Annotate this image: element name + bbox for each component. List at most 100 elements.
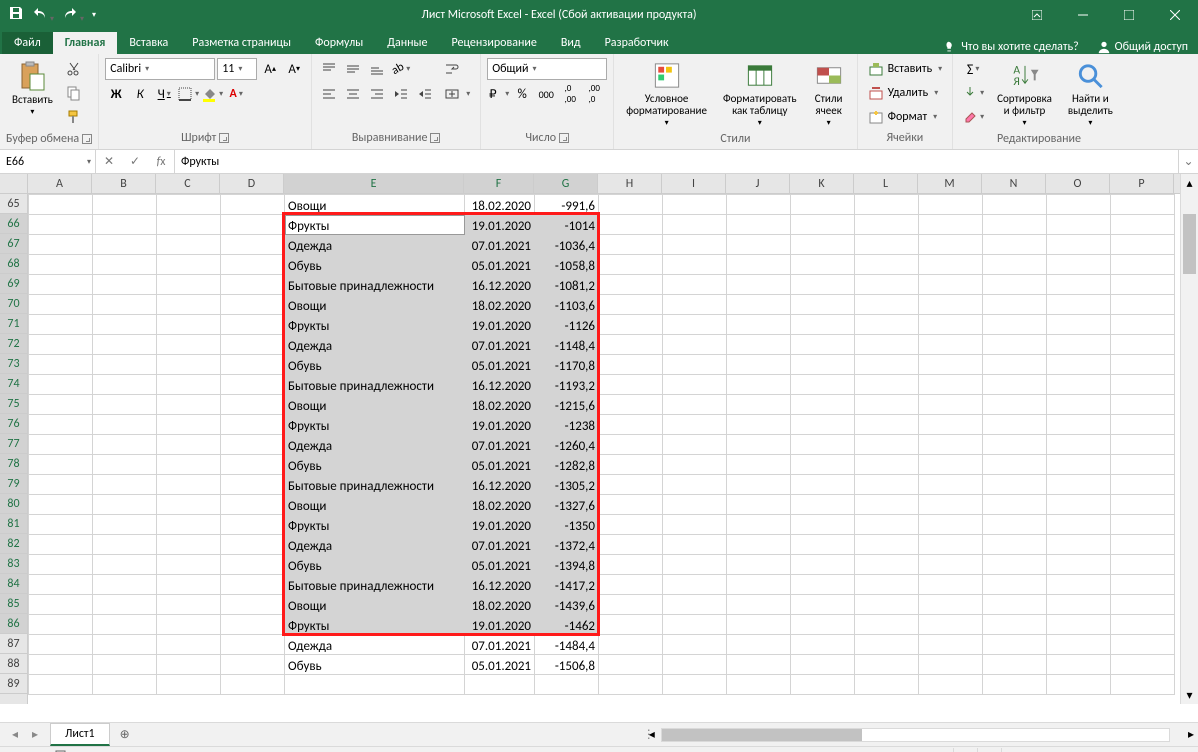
cell[interactable] [1047, 555, 1111, 575]
cell[interactable]: -1462 [535, 615, 599, 635]
view-pagebreak-button[interactable] [1001, 748, 1025, 752]
row-header[interactable]: 66 [0, 214, 27, 234]
cell[interactable]: Обувь [285, 255, 465, 275]
cell[interactable] [855, 475, 919, 495]
cell[interactable] [29, 595, 93, 615]
font-size-combo[interactable]: 11▾ [217, 58, 257, 80]
cell[interactable]: 19.01.2020 [465, 215, 535, 235]
cell[interactable] [791, 595, 855, 615]
cell[interactable] [791, 555, 855, 575]
cell[interactable] [983, 595, 1047, 615]
view-pagelayout-button[interactable] [977, 748, 1001, 752]
cell[interactable] [855, 375, 919, 395]
cell[interactable] [727, 455, 791, 475]
cell[interactable] [727, 435, 791, 455]
cell[interactable] [1047, 575, 1111, 595]
horizontal-scrollbar[interactable] [661, 728, 1170, 742]
cell[interactable] [93, 655, 157, 675]
cell[interactable] [727, 395, 791, 415]
cell[interactable]: -1126 [535, 315, 599, 335]
cell[interactable] [663, 275, 727, 295]
hscroll-right[interactable]: ▸ [1188, 727, 1194, 742]
col-header-D[interactable]: D [220, 174, 284, 193]
cell[interactable] [157, 515, 221, 535]
cell[interactable]: Одежда [285, 235, 465, 255]
row-header[interactable]: 79 [0, 474, 27, 494]
cell[interactable] [1047, 235, 1111, 255]
cell[interactable] [157, 275, 221, 295]
bold-button[interactable]: Ж [105, 83, 127, 105]
cell[interactable] [919, 655, 983, 675]
cell[interactable] [93, 375, 157, 395]
cell[interactable] [663, 235, 727, 255]
cell[interactable] [727, 655, 791, 675]
cell[interactable] [29, 375, 93, 395]
tab-Вид[interactable]: Вид [549, 32, 593, 54]
cell[interactable] [727, 235, 791, 255]
cell[interactable] [855, 615, 919, 635]
cell[interactable] [1111, 395, 1175, 415]
cell[interactable] [1047, 355, 1111, 375]
cell[interactable] [29, 655, 93, 675]
tab-Главная[interactable]: Главная [53, 32, 118, 54]
percent-button[interactable]: % [511, 83, 533, 105]
cell[interactable] [599, 575, 663, 595]
enter-formula-button[interactable]: ✓ [122, 150, 148, 173]
cell[interactable] [157, 615, 221, 635]
select-all-corner[interactable] [0, 174, 28, 194]
cell[interactable]: -1260,4 [535, 435, 599, 455]
decrease-indent-button[interactable] [390, 83, 412, 105]
cell[interactable] [1047, 495, 1111, 515]
cell[interactable] [1111, 255, 1175, 275]
fill-button[interactable] [959, 82, 987, 104]
italic-button[interactable]: К [129, 83, 151, 105]
cell[interactable] [983, 415, 1047, 435]
cell[interactable] [599, 515, 663, 535]
col-header-L[interactable]: L [854, 174, 918, 193]
cell[interactable]: 19.01.2020 [465, 515, 535, 535]
cell[interactable] [791, 535, 855, 555]
cell[interactable] [599, 455, 663, 475]
tab-Данные[interactable]: Данные [375, 32, 439, 54]
cell[interactable] [919, 455, 983, 475]
cell[interactable] [157, 675, 221, 695]
cell[interactable]: 16.12.2020 [465, 275, 535, 295]
cell[interactable] [599, 435, 663, 455]
cell[interactable] [1111, 655, 1175, 675]
cell[interactable] [157, 655, 221, 675]
cell[interactable] [157, 555, 221, 575]
cell[interactable] [1047, 415, 1111, 435]
cell[interactable] [93, 675, 157, 695]
cell[interactable]: -1215,6 [535, 395, 599, 415]
cell[interactable] [663, 515, 727, 535]
cell[interactable]: 19.01.2020 [465, 415, 535, 435]
cell[interactable] [29, 435, 93, 455]
align-launcher[interactable] [430, 133, 440, 143]
cell[interactable] [663, 615, 727, 635]
cell[interactable] [727, 475, 791, 495]
cell[interactable] [727, 315, 791, 335]
find-select-button[interactable]: Найти и выделить▾ [1062, 58, 1119, 130]
cell[interactable] [727, 615, 791, 635]
cell[interactable] [93, 295, 157, 315]
cell[interactable] [599, 595, 663, 615]
cell[interactable] [157, 635, 221, 655]
cell[interactable] [1111, 415, 1175, 435]
cell[interactable] [1047, 395, 1111, 415]
cell[interactable] [791, 415, 855, 435]
cell[interactable] [919, 395, 983, 415]
cell[interactable] [919, 415, 983, 435]
col-header-G[interactable]: G [534, 174, 598, 193]
cell[interactable] [791, 295, 855, 315]
cell[interactable]: -1439,6 [535, 595, 599, 615]
cell[interactable] [93, 535, 157, 555]
cell[interactable] [1111, 375, 1175, 395]
format-as-table-button[interactable]: Форматировать как таблицу▾ [717, 58, 803, 130]
cell[interactable] [791, 495, 855, 515]
col-header-I[interactable]: I [662, 174, 726, 193]
cell[interactable]: -1350 [535, 515, 599, 535]
minimize-button[interactable] [1060, 0, 1106, 30]
row-header[interactable]: 65 [0, 194, 27, 214]
cell[interactable] [983, 375, 1047, 395]
expand-formula-bar[interactable]: ⌄ [1178, 150, 1198, 173]
